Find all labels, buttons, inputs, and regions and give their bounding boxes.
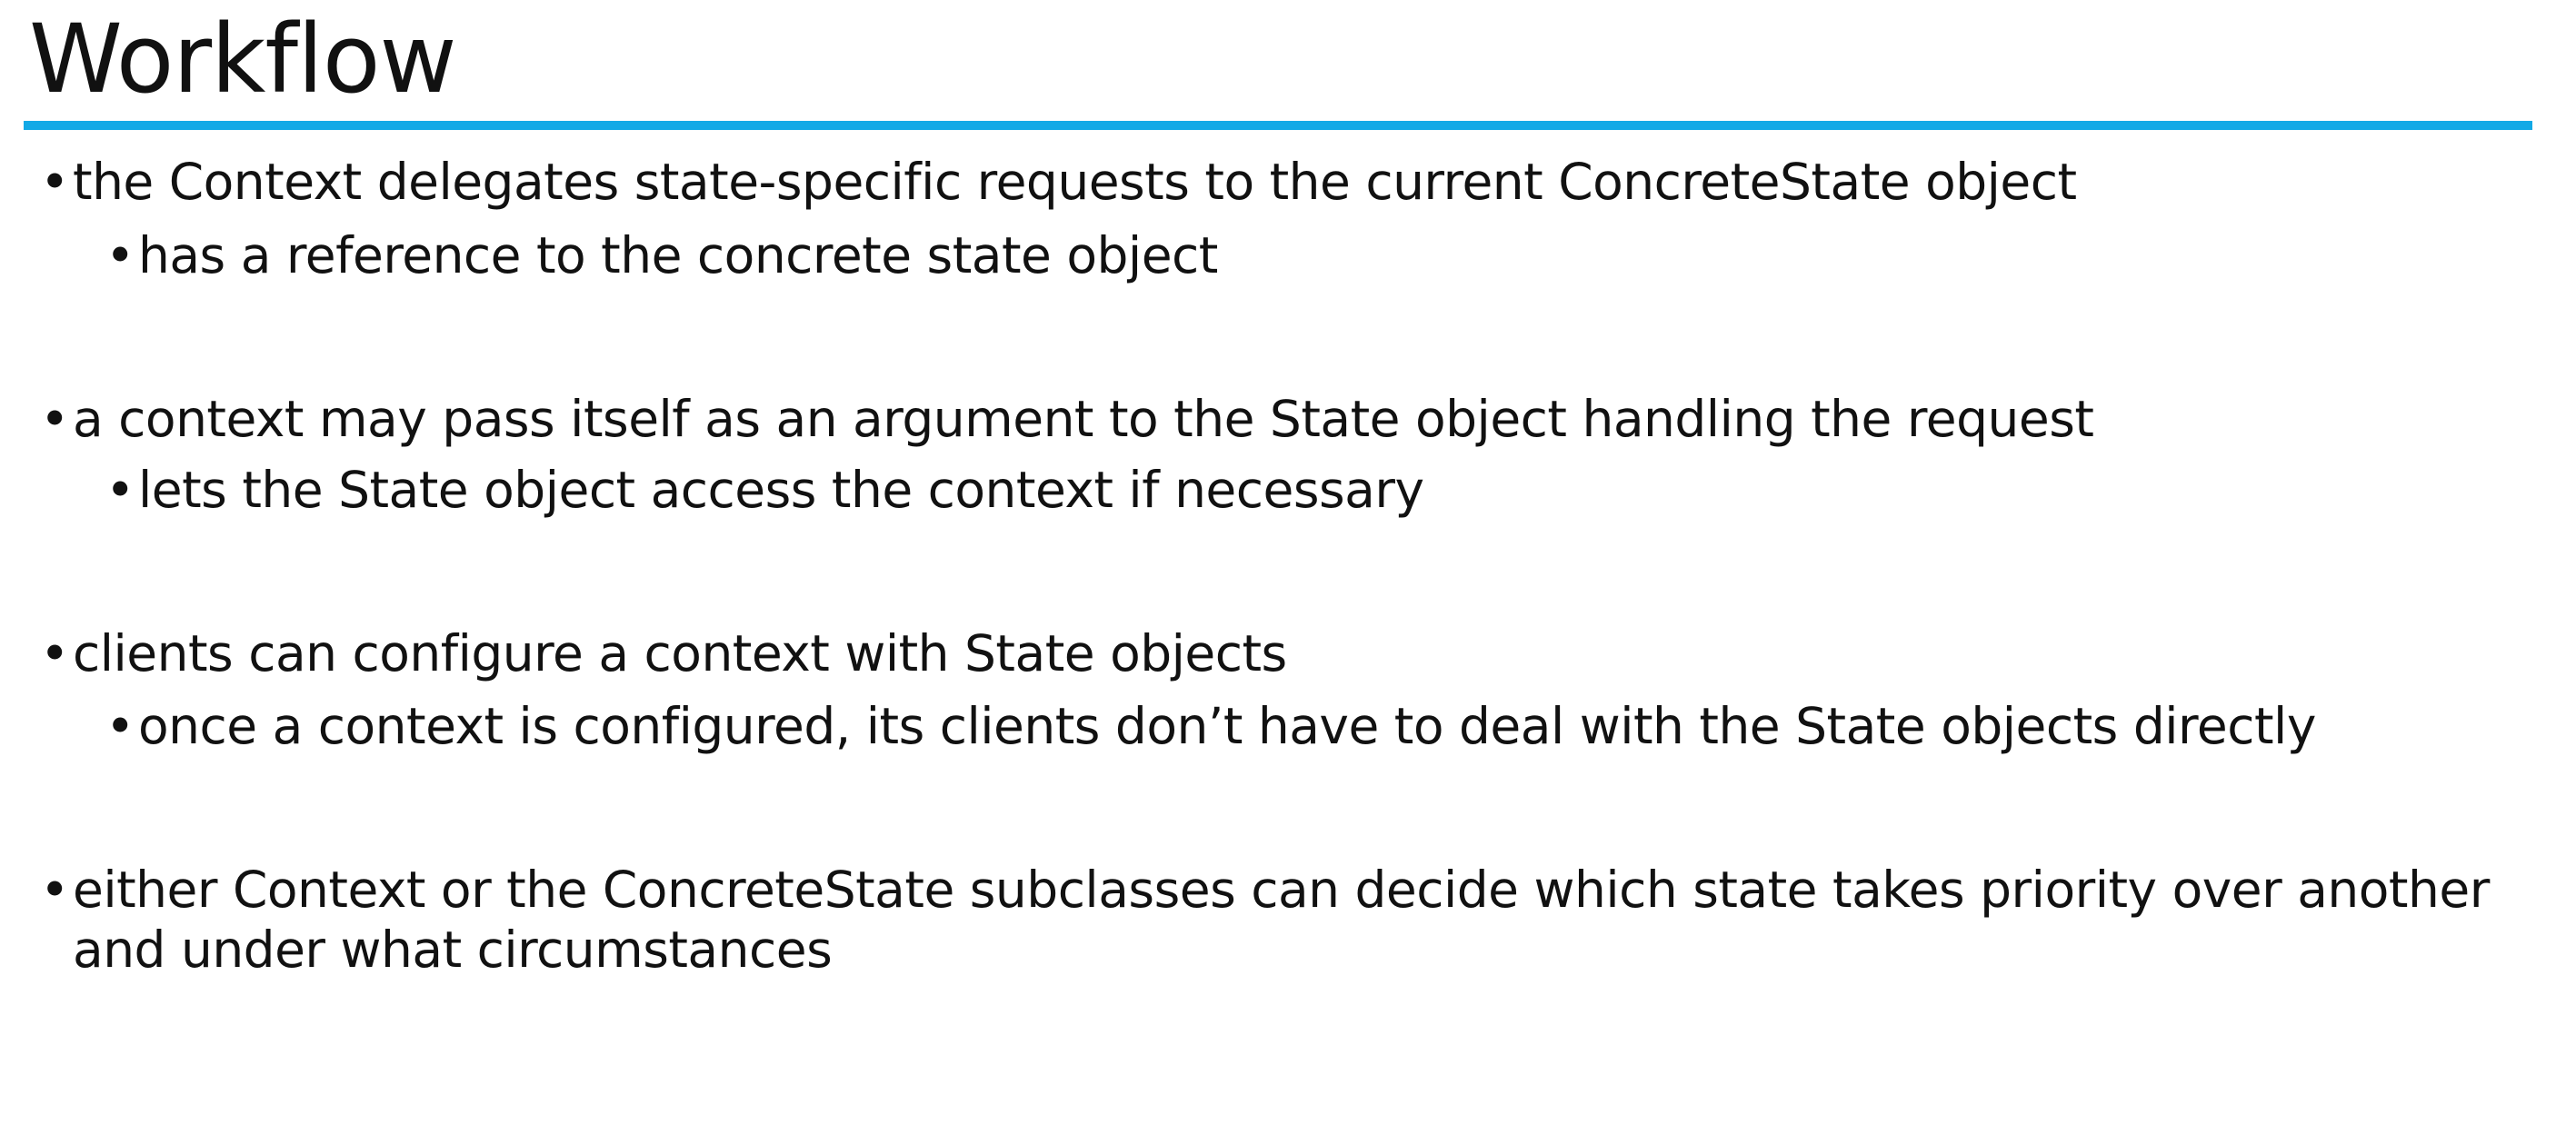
bullet-dot-icon: •: [105, 461, 135, 519]
bullet-dot-icon: •: [40, 390, 69, 448]
bullet-4: • either Context or the ConcreteState su…: [40, 860, 2527, 980]
sub-bullet-2: • lets the State object access the conte…: [105, 460, 1424, 520]
sub-bullet-text: once a context is configured, its client…: [138, 697, 2316, 755]
slide: Workflow • the Context delegates state-s…: [0, 0, 2576, 1145]
bullet-dot-icon: •: [105, 697, 135, 755]
bullet-text: clients can configure a context with Sta…: [73, 624, 1287, 682]
bullet-3: • clients can configure a context with S…: [40, 623, 1287, 683]
bullet-text: the Context delegates state-specific req…: [73, 153, 2077, 211]
sub-bullet-1: • has a reference to the concrete state …: [105, 225, 1218, 285]
bullet-dot-icon: •: [40, 153, 69, 211]
sub-bullet-text: lets the State object access the context…: [138, 461, 1424, 519]
sub-bullet-text: has a reference to the concrete state ob…: [138, 226, 1218, 284]
bullet-2: • a context may pass itself as an argume…: [40, 389, 2094, 449]
bullet-dot-icon: •: [40, 861, 69, 919]
bullet-1: • the Context delegates state-specific r…: [40, 152, 2077, 212]
bullet-dot-icon: •: [40, 624, 69, 682]
sub-bullet-3: • once a context is configured, its clie…: [105, 696, 2316, 756]
bullet-text: a context may pass itself as an argument…: [73, 390, 2094, 448]
bullet-text: either Context or the ConcreteState subc…: [73, 861, 2490, 979]
bullet-list: • the Context delegates state-specific r…: [0, 0, 2576, 1145]
bullet-dot-icon: •: [105, 226, 135, 284]
